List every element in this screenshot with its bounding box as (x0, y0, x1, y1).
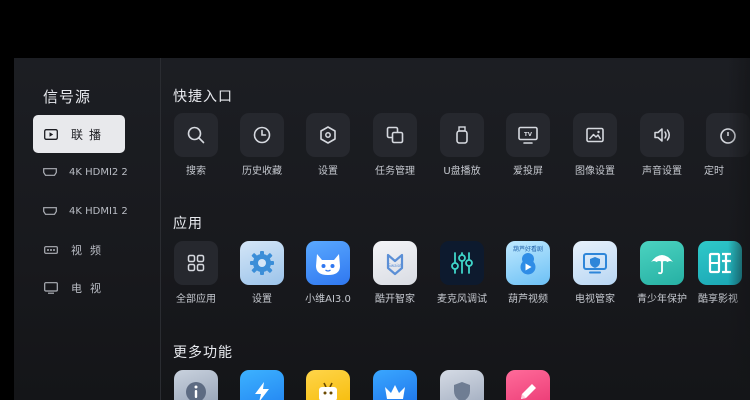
kuxiang-movies-icon (708, 252, 731, 274)
quick-item-label: 任务管理 (375, 166, 415, 177)
shield-icon (454, 382, 470, 400)
quick-item-label: 设置 (318, 166, 338, 177)
sidebar-item-hdmi2[interactable]: 4K HDMI2 2 (33, 153, 128, 191)
sidebar-item-label: 4K HDMI1 2 (69, 205, 128, 217)
app-label: 设置 (252, 294, 272, 305)
quick-task-manager-button[interactable] (373, 113, 417, 157)
svg-text:TV: TV (524, 132, 533, 138)
tv-icon (43, 282, 59, 294)
more-item-lightning[interactable] (240, 370, 284, 400)
app-label: 酷开智家 (375, 294, 415, 305)
clock-icon (253, 126, 271, 144)
app-coocaa-smart-home[interactable]: Swaiot (373, 241, 417, 285)
app-label: 电视管家 (575, 294, 615, 305)
sidebar-item-hdmi1[interactable]: 4K HDMI1 2 (33, 192, 128, 230)
lightning-icon (255, 382, 269, 400)
coocaa-smart-home-icon: Swaiot (386, 253, 404, 276)
app-label: 葫芦视频 (508, 294, 548, 305)
edge-fade (728, 58, 750, 400)
sidebar-item-label: 联播 (71, 127, 108, 142)
usb-drive-icon (456, 126, 468, 144)
sidebar-item-label: 电视 (71, 282, 109, 295)
tv-manager-shield-icon (583, 253, 607, 274)
sidebar-item-tv[interactable]: 电视 (33, 269, 125, 307)
app-all-apps[interactable] (174, 241, 218, 285)
app-microphone-tuning[interactable] (440, 241, 484, 285)
app-label: 麦克风调试 (437, 294, 487, 305)
app-label: 全部应用 (176, 294, 216, 305)
quick-item-label: 定时 (704, 166, 724, 177)
more-item-mascot[interactable] (306, 370, 350, 400)
tv-cast-icon: TV (518, 126, 538, 144)
sidebar-item-label: 视频 (71, 244, 109, 257)
quick-screencast-button[interactable]: TV (506, 113, 550, 157)
app-label: 青少年保护 (637, 294, 687, 305)
more-features-title: 更多功能 (173, 345, 233, 361)
all-apps-grid-icon (187, 254, 205, 272)
more-item-shield[interactable] (440, 370, 484, 400)
more-item-info[interactable] (174, 370, 218, 400)
search-icon (187, 126, 205, 144)
quick-item-label: 声音设置 (642, 166, 682, 177)
quick-picture-settings-button[interactable] (573, 113, 617, 157)
sidebar-item-label: 4K HDMI2 2 (69, 166, 128, 178)
more-item-pencil[interactable] (506, 370, 550, 400)
picture-icon (586, 127, 604, 143)
app-settings[interactable] (240, 241, 284, 285)
quick-item-label: 搜索 (186, 166, 206, 177)
quick-usb-button[interactable] (440, 113, 484, 157)
more-item-crown[interactable] (373, 370, 417, 400)
microphone-tuning-icon (451, 252, 473, 274)
settings-gear-icon (250, 251, 274, 275)
info-icon (186, 382, 206, 400)
app-tv-manager[interactable] (573, 241, 617, 285)
av-video-icon (43, 244, 59, 256)
app-watermark: Swaiot (388, 263, 402, 268)
app-kuxiang-movies[interactable] (698, 241, 742, 285)
quick-timer-button[interactable] (706, 113, 750, 157)
quick-history-button[interactable] (240, 113, 284, 157)
timer-icon (720, 128, 736, 144)
play-source-icon (43, 128, 59, 140)
xiaowei-ai-icon (316, 254, 340, 275)
quick-item-label: U盘播放 (443, 166, 481, 177)
apps-title: 应用 (173, 216, 203, 232)
app-xiaowei-ai[interactable] (306, 241, 350, 285)
sidebar-item-lianbo[interactable]: 联播 (33, 115, 125, 153)
speaker-icon (654, 128, 670, 142)
pencil-icon (521, 384, 536, 399)
quick-item-label: 图像设置 (575, 166, 615, 177)
settings-hex-icon (320, 126, 336, 144)
quick-settings-button[interactable] (306, 113, 350, 157)
hdmi-icon (43, 205, 57, 217)
sidebar-item-video[interactable]: 视频 (33, 231, 125, 269)
tv-home-screen: 信号源 联播 4K HDMI2 2 4K HDMI1 2 视频 电视 快捷入口 … (14, 58, 750, 400)
quick-sound-settings-button[interactable] (640, 113, 684, 157)
app-label: 小维AI3.0 (305, 294, 351, 305)
quick-search-button[interactable] (174, 113, 218, 157)
task-manager-icon (386, 126, 404, 144)
youth-protection-umbrella-icon (651, 255, 673, 275)
app-hulu-video[interactable]: 葫芦好看剧 (506, 241, 550, 285)
app-youth-protection[interactable] (640, 241, 684, 285)
app-label: 酷享影视 (698, 294, 738, 305)
quick-access-title: 快捷入口 (173, 89, 233, 105)
crown-icon (385, 385, 405, 399)
tv-mascot-icon (319, 382, 337, 400)
sidebar-title: 信号源 (43, 88, 92, 106)
app-watermark: 葫芦好看剧 (512, 246, 543, 253)
quick-item-label: 历史收藏 (242, 166, 282, 177)
hdmi-icon (43, 166, 57, 178)
quick-item-label: 爱投屏 (513, 166, 543, 177)
signal-source-sidebar: 信号源 联播 4K HDMI2 2 4K HDMI1 2 视频 电视 (14, 58, 161, 400)
